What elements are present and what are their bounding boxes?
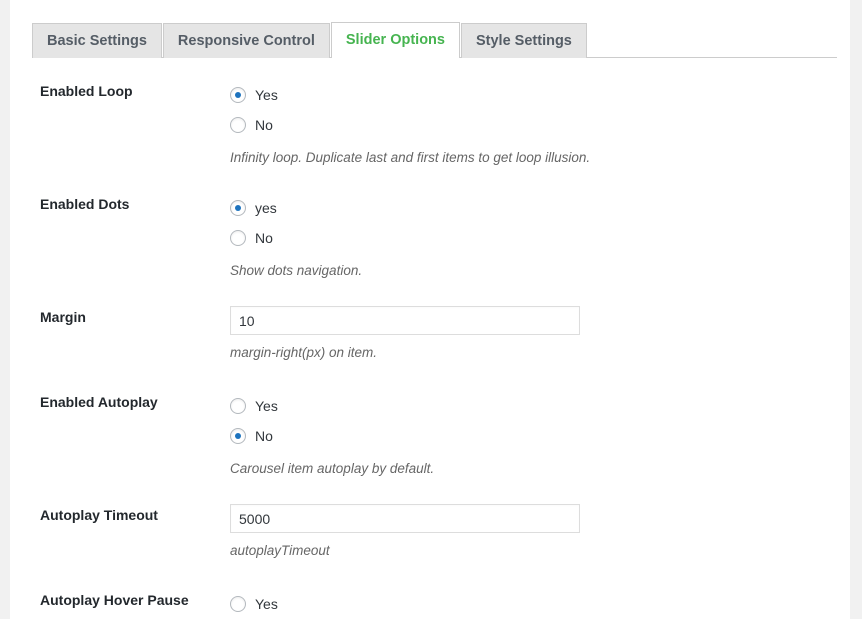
radio-option[interactable]: Yes xyxy=(230,589,850,619)
field-description: autoplayTimeout xyxy=(230,543,330,558)
tab-bar-wrapper: Basic Settings Responsive Control Slider O… xyxy=(32,22,849,58)
field-control: margin-right(px) on item. xyxy=(230,306,850,363)
form-row: Enabled Autoplay Yes No Carousel item autop… xyxy=(10,391,850,479)
field-description: margin-right(px) on item. xyxy=(230,345,378,360)
field-description: Infinity loop. Duplicate last and first … xyxy=(230,150,591,165)
radio-button[interactable] xyxy=(230,398,246,414)
radio-button-selected[interactable] xyxy=(230,87,246,103)
radio-option-label[interactable]: Yes xyxy=(255,399,278,413)
radio-option[interactable]: Yes xyxy=(230,80,850,110)
radio-button[interactable] xyxy=(230,117,246,133)
tab-responsive-control[interactable]: Responsive Control xyxy=(162,23,330,58)
radio-option-label[interactable]: No xyxy=(255,231,273,245)
tab-bar: Basic Settings Responsive Control Slider O… xyxy=(32,22,837,58)
field-label: Autoplay Hover Pause xyxy=(40,592,189,608)
field-label: Autoplay Timeout xyxy=(40,507,158,523)
radio-option[interactable]: No xyxy=(230,110,850,140)
tab-basic-settings[interactable]: Basic Settings xyxy=(32,23,162,58)
radio-option-label[interactable]: No xyxy=(255,429,273,443)
field-control: Yes No Infinity loop. Duplicate last and f… xyxy=(230,80,850,168)
radio-button-selected[interactable] xyxy=(230,428,246,444)
radio-option-label[interactable]: yes xyxy=(255,201,277,215)
tab-slider-options[interactable]: Slider Options xyxy=(330,22,460,58)
radio-option-label[interactable]: Yes xyxy=(255,88,278,102)
field-label: Margin xyxy=(40,309,86,325)
radio-option[interactable]: Yes xyxy=(230,391,850,421)
form-row: Enabled Loop Yes No Infinity loop. Duplicat… xyxy=(10,80,850,168)
field-control: Yes xyxy=(230,589,850,619)
radio-button-selected[interactable] xyxy=(230,200,246,216)
text-input[interactable] xyxy=(230,504,580,533)
field-description: Show dots navigation. xyxy=(230,263,363,278)
form-row: Autoplay Timeout autoplayTimeout xyxy=(10,504,850,561)
radio-option[interactable]: No xyxy=(230,223,850,253)
screen: Basic Settings Responsive Control Slider O… xyxy=(0,0,862,619)
settings-panel: Basic Settings Responsive Control Slider O… xyxy=(10,0,850,619)
form-row: Enabled Dots yes No Show dots navigation. xyxy=(10,193,850,281)
radio-option-label[interactable]: No xyxy=(255,118,273,132)
field-control: autoplayTimeout xyxy=(230,504,850,561)
radio-option-label[interactable]: Yes xyxy=(255,597,278,611)
tab-style-settings[interactable]: Style Settings xyxy=(460,23,587,58)
field-control: Yes No Carousel item autoplay by default. xyxy=(230,391,850,479)
field-label: Enabled Loop xyxy=(40,83,133,99)
field-control: yes No Show dots navigation. xyxy=(230,193,850,281)
field-description: Carousel item autoplay by default. xyxy=(230,461,435,476)
form-row: Autoplay Hover Pause Yes xyxy=(10,589,850,619)
field-label: Enabled Dots xyxy=(40,196,130,212)
radio-button[interactable] xyxy=(230,230,246,246)
form-row: Margin margin-right(px) on item. xyxy=(10,306,850,363)
radio-button[interactable] xyxy=(230,596,246,612)
text-input[interactable] xyxy=(230,306,580,335)
radio-option[interactable]: yes xyxy=(230,193,850,223)
radio-option[interactable]: No xyxy=(230,421,850,451)
field-label: Enabled Autoplay xyxy=(40,394,158,410)
